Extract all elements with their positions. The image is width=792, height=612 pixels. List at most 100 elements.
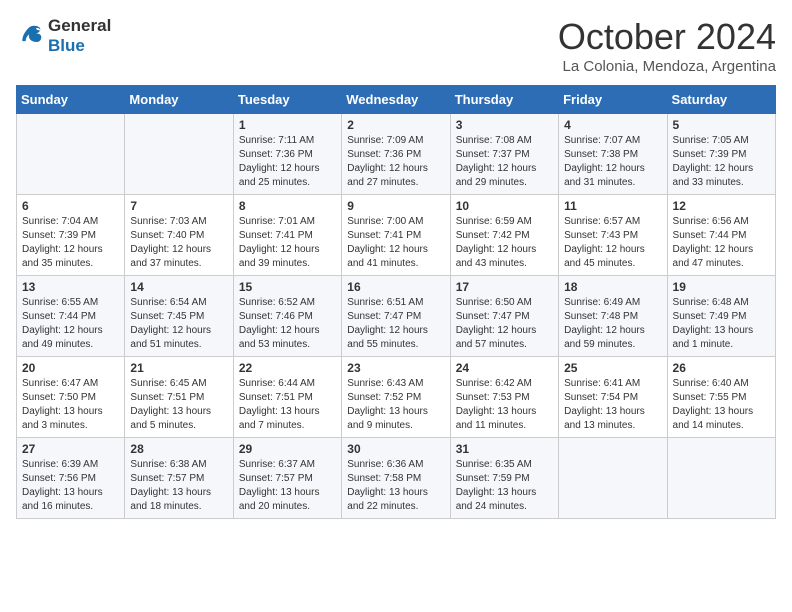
- day-number: 14: [130, 280, 227, 294]
- calendar-cell: 22 Sunrise: 6:44 AM Sunset: 7:51 PM Dayli…: [233, 357, 341, 438]
- day-number: 23: [347, 361, 444, 375]
- day-number: 31: [456, 442, 553, 456]
- day-number: 4: [564, 118, 661, 132]
- calendar-cell: 27 Sunrise: 6:39 AM Sunset: 7:56 PM Dayli…: [17, 438, 125, 519]
- day-number: 8: [239, 199, 336, 213]
- title-block: October 2024 La Colonia, Mendoza, Argent…: [558, 16, 776, 75]
- day-info: Sunrise: 6:41 AM Sunset: 7:54 PM Dayligh…: [564, 377, 661, 433]
- calendar-cell: 14 Sunrise: 6:54 AM Sunset: 7:45 PM Dayli…: [125, 276, 233, 357]
- day-number: 29: [239, 442, 336, 456]
- day-info: Sunrise: 6:42 AM Sunset: 7:53 PM Dayligh…: [456, 377, 553, 433]
- day-info: Sunrise: 7:00 AM Sunset: 7:41 PM Dayligh…: [347, 215, 444, 271]
- weekday-header: Sunday: [17, 86, 125, 114]
- calendar-cell: 20 Sunrise: 6:47 AM Sunset: 7:50 PM Dayli…: [17, 357, 125, 438]
- day-number: 21: [130, 361, 227, 375]
- calendar-cell: [559, 438, 667, 519]
- calendar-table: SundayMondayTuesdayWednesdayThursdayFrid…: [16, 85, 776, 519]
- day-number: 22: [239, 361, 336, 375]
- day-info: Sunrise: 7:03 AM Sunset: 7:40 PM Dayligh…: [130, 215, 227, 271]
- calendar-cell: 2Sunrise: 7:09 AM Sunset: 7:36 PM Daylig…: [342, 114, 450, 195]
- calendar-cell: 5Sunrise: 7:05 AM Sunset: 7:39 PM Daylig…: [667, 114, 775, 195]
- calendar-cell: 15 Sunrise: 6:52 AM Sunset: 7:46 PM Dayli…: [233, 276, 341, 357]
- calendar-cell: 25 Sunrise: 6:41 AM Sunset: 7:54 PM Dayli…: [559, 357, 667, 438]
- calendar-cell: 24 Sunrise: 6:42 AM Sunset: 7:53 PM Dayli…: [450, 357, 558, 438]
- calendar-cell: 4 Sunrise: 7:07 AM Sunset: 7:38 PM Daylig…: [559, 114, 667, 195]
- day-number: 15: [239, 280, 336, 294]
- day-number: 16: [347, 280, 444, 294]
- day-info: Sunrise: 6:47 AM Sunset: 7:50 PM Dayligh…: [22, 377, 119, 433]
- weekday-header: Wednesday: [342, 86, 450, 114]
- day-info: Sunrise: 7:05 AM Sunset: 7:39 PM Dayligh…: [673, 134, 770, 190]
- day-info: Sunrise: 6:59 AM Sunset: 7:42 PM Dayligh…: [456, 215, 553, 271]
- day-number: 27: [22, 442, 119, 456]
- calendar-cell: [17, 114, 125, 195]
- day-info: Sunrise: 7:11 AM Sunset: 7:36 PM Dayligh…: [239, 134, 336, 190]
- day-number: 13: [22, 280, 119, 294]
- day-info: Sunrise: 6:38 AM Sunset: 7:57 PM Dayligh…: [130, 458, 227, 514]
- day-number: 1: [239, 118, 336, 132]
- location-subtitle: La Colonia, Mendoza, Argentina: [558, 58, 776, 75]
- calendar-cell: 29 Sunrise: 6:37 AM Sunset: 7:57 PM Dayli…: [233, 438, 341, 519]
- day-number: 30: [347, 442, 444, 456]
- day-number: 26: [673, 361, 770, 375]
- calendar-cell: 19Sunrise: 6:48 AM Sunset: 7:49 PM Dayli…: [667, 276, 775, 357]
- calendar-week-row: 6Sunrise: 7:04 AM Sunset: 7:39 PM Daylig…: [17, 195, 776, 276]
- calendar-cell: 10 Sunrise: 6:59 AM Sunset: 7:42 PM Dayli…: [450, 195, 558, 276]
- day-number: 28: [130, 442, 227, 456]
- calendar-cell: 18 Sunrise: 6:49 AM Sunset: 7:48 PM Dayli…: [559, 276, 667, 357]
- calendar-week-row: 1 Sunrise: 7:11 AM Sunset: 7:36 PM Daylig…: [17, 114, 776, 195]
- calendar-cell: 23 Sunrise: 6:43 AM Sunset: 7:52 PM Dayli…: [342, 357, 450, 438]
- day-info: Sunrise: 6:54 AM Sunset: 7:45 PM Dayligh…: [130, 296, 227, 352]
- weekday-header: Friday: [559, 86, 667, 114]
- day-info: Sunrise: 6:55 AM Sunset: 7:44 PM Dayligh…: [22, 296, 119, 352]
- day-info: Sunrise: 7:09 AM Sunset: 7:36 PM Dayligh…: [347, 134, 444, 190]
- day-number: 20: [22, 361, 119, 375]
- day-info: Sunrise: 6:49 AM Sunset: 7:48 PM Dayligh…: [564, 296, 661, 352]
- day-info: Sunrise: 6:50 AM Sunset: 7:47 PM Dayligh…: [456, 296, 553, 352]
- calendar-cell: 9 Sunrise: 7:00 AM Sunset: 7:41 PM Daylig…: [342, 195, 450, 276]
- calendar-week-row: 20 Sunrise: 6:47 AM Sunset: 7:50 PM Dayli…: [17, 357, 776, 438]
- day-number: 10: [456, 199, 553, 213]
- weekday-header: Tuesday: [233, 86, 341, 114]
- day-info: Sunrise: 7:07 AM Sunset: 7:38 PM Dayligh…: [564, 134, 661, 190]
- day-number: 25: [564, 361, 661, 375]
- calendar-cell: 21Sunrise: 6:45 AM Sunset: 7:51 PM Dayli…: [125, 357, 233, 438]
- day-info: Sunrise: 6:57 AM Sunset: 7:43 PM Dayligh…: [564, 215, 661, 271]
- day-number: 7: [130, 199, 227, 213]
- day-number: 9: [347, 199, 444, 213]
- calendar-cell: 13 Sunrise: 6:55 AM Sunset: 7:44 PM Dayli…: [17, 276, 125, 357]
- calendar-cell: 30 Sunrise: 6:36 AM Sunset: 7:58 PM Dayli…: [342, 438, 450, 519]
- day-number: 24: [456, 361, 553, 375]
- calendar-week-row: 13 Sunrise: 6:55 AM Sunset: 7:44 PM Dayli…: [17, 276, 776, 357]
- calendar-cell: 16 Sunrise: 6:51 AM Sunset: 7:47 PM Dayli…: [342, 276, 450, 357]
- calendar-cell: 31 Sunrise: 6:35 AM Sunset: 7:59 PM Dayli…: [450, 438, 558, 519]
- day-info: Sunrise: 6:39 AM Sunset: 7:56 PM Dayligh…: [22, 458, 119, 514]
- calendar-cell: 26 Sunrise: 6:40 AM Sunset: 7:55 PM Dayli…: [667, 357, 775, 438]
- weekday-header: Saturday: [667, 86, 775, 114]
- day-number: 19: [673, 280, 770, 294]
- day-info: Sunrise: 6:51 AM Sunset: 7:47 PM Dayligh…: [347, 296, 444, 352]
- day-info: Sunrise: 6:56 AM Sunset: 7:44 PM Dayligh…: [673, 215, 770, 271]
- day-info: Sunrise: 6:43 AM Sunset: 7:52 PM Dayligh…: [347, 377, 444, 433]
- day-info: Sunrise: 6:35 AM Sunset: 7:59 PM Dayligh…: [456, 458, 553, 514]
- day-number: 12: [673, 199, 770, 213]
- calendar-week-row: 27 Sunrise: 6:39 AM Sunset: 7:56 PM Dayli…: [17, 438, 776, 519]
- weekday-header-row: SundayMondayTuesdayWednesdayThursdayFrid…: [17, 86, 776, 114]
- calendar-cell: 6Sunrise: 7:04 AM Sunset: 7:39 PM Daylig…: [17, 195, 125, 276]
- calendar-cell: 3Sunrise: 7:08 AM Sunset: 7:37 PM Daylig…: [450, 114, 558, 195]
- calendar-cell: 7 Sunrise: 7:03 AM Sunset: 7:40 PM Daylig…: [125, 195, 233, 276]
- calendar-cell: 11Sunrise: 6:57 AM Sunset: 7:43 PM Dayli…: [559, 195, 667, 276]
- day-number: 6: [22, 199, 119, 213]
- day-info: Sunrise: 6:36 AM Sunset: 7:58 PM Dayligh…: [347, 458, 444, 514]
- day-info: Sunrise: 7:08 AM Sunset: 7:37 PM Dayligh…: [456, 134, 553, 190]
- day-info: Sunrise: 6:44 AM Sunset: 7:51 PM Dayligh…: [239, 377, 336, 433]
- day-info: Sunrise: 6:52 AM Sunset: 7:46 PM Dayligh…: [239, 296, 336, 352]
- day-info: Sunrise: 6:40 AM Sunset: 7:55 PM Dayligh…: [673, 377, 770, 433]
- day-number: 18: [564, 280, 661, 294]
- month-title: October 2024: [558, 16, 776, 58]
- calendar-cell: 17Sunrise: 6:50 AM Sunset: 7:47 PM Dayli…: [450, 276, 558, 357]
- page-header: General Blue October 2024 La Colonia, Me…: [16, 16, 776, 75]
- day-info: Sunrise: 6:37 AM Sunset: 7:57 PM Dayligh…: [239, 458, 336, 514]
- calendar-cell: 1 Sunrise: 7:11 AM Sunset: 7:36 PM Daylig…: [233, 114, 341, 195]
- calendar-cell: [125, 114, 233, 195]
